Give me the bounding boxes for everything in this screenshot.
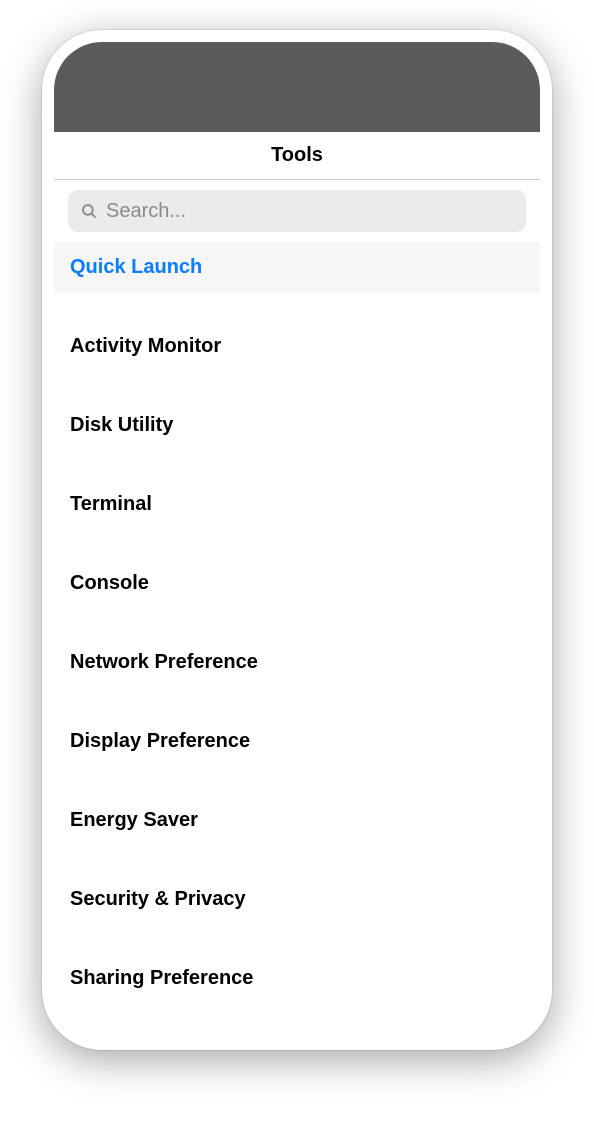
list-item-energy-saver[interactable]: Energy Saver — [54, 795, 540, 846]
list-item-network-preference[interactable]: Network Preference — [54, 637, 540, 688]
list-item-console[interactable]: Console — [54, 558, 540, 609]
list-item-display-preference[interactable]: Display Preference — [54, 716, 540, 767]
list-item-label: Security & Privacy — [70, 888, 246, 910]
search-icon — [80, 202, 98, 220]
status-bar — [54, 42, 540, 132]
list-item-quick-launch[interactable]: Quick Launch — [54, 242, 540, 293]
list-item-activity-monitor[interactable]: Activity Monitor — [54, 321, 540, 372]
list-item-label: Quick Launch — [70, 256, 202, 278]
list-item-label: Activity Monitor — [70, 335, 221, 357]
list-item-sharing-preference[interactable]: Sharing Preference — [54, 953, 540, 1004]
page-title: Tools — [271, 144, 323, 167]
tools-list: Quick Launch Activity Monitor Disk Utili… — [54, 242, 540, 1004]
search-input[interactable] — [98, 200, 514, 223]
list-item-label: Disk Utility — [70, 414, 173, 436]
list-item-label: Console — [70, 572, 149, 594]
list-item-disk-utility[interactable]: Disk Utility — [54, 400, 540, 451]
search-container — [54, 180, 540, 242]
list-item-label: Display Preference — [70, 730, 250, 752]
search-field[interactable] — [68, 190, 526, 232]
list-item-label: Energy Saver — [70, 809, 198, 831]
list-item-label: Network Preference — [70, 651, 258, 673]
list-item-label: Terminal — [70, 493, 152, 515]
list-item-label: Sharing Preference — [70, 967, 253, 989]
device-frame: Tools Quick Launch Activity Monitor Disk… — [42, 30, 552, 1050]
list-item-security-privacy[interactable]: Security & Privacy — [54, 874, 540, 925]
list-item-terminal[interactable]: Terminal — [54, 479, 540, 530]
nav-bar: Tools — [54, 132, 540, 180]
